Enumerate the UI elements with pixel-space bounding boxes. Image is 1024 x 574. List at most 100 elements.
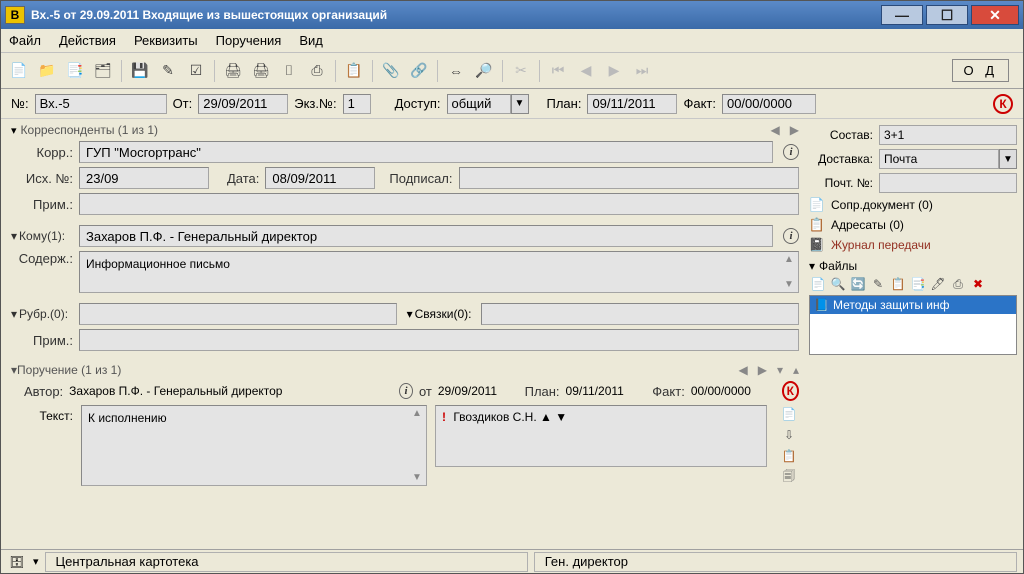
menu-file[interactable]: Файл [9, 33, 41, 48]
collapse-icon[interactable]: ▾ [809, 259, 815, 273]
minimize-button[interactable]: — [881, 5, 923, 25]
add-order-icon[interactable]: 📄 [779, 405, 799, 423]
order-fact-field[interactable]: 00/00/0000 [691, 384, 772, 398]
plan-date-field[interactable] [587, 94, 677, 114]
corr-prev-icon[interactable]: ◀ [771, 123, 780, 137]
addressees-link[interactable]: 📋 Адресаты (0) [809, 215, 1017, 235]
corr-note-field[interactable] [79, 193, 799, 215]
filter-icon[interactable]: 🔎 [472, 58, 496, 84]
signed-field[interactable] [459, 167, 799, 189]
close-button[interactable]: ✕ [971, 5, 1019, 25]
chevron-down-icon[interactable]: ▼ [511, 94, 529, 114]
collapse-icon[interactable]: ▾ [11, 307, 17, 321]
order-text-field[interactable]: К исполнению ▲ ▼ [81, 405, 427, 486]
menu-view[interactable]: Вид [299, 33, 323, 48]
new-doc-icon[interactable]: 📄 [7, 58, 31, 84]
files-header[interactable]: ▾ Файлы [809, 259, 1017, 273]
nav-first-icon[interactable]: ⏮ [546, 58, 570, 84]
info-icon[interactable]: i [783, 144, 799, 160]
dropdown-icon[interactable]: ▾ [33, 555, 39, 568]
print-icon[interactable]: 🖨 [221, 58, 245, 84]
access-value[interactable] [447, 94, 511, 114]
file-sign-icon[interactable]: 🖊 [929, 275, 947, 293]
out-date-field[interactable]: 08/09/2011 [265, 167, 375, 189]
register-icon[interactable]: 📋 [342, 58, 366, 84]
order-next-icon[interactable]: ▶ [758, 363, 767, 377]
files-list[interactable]: 📘 Методы защиты инф [809, 295, 1017, 355]
post-field[interactable] [879, 173, 1017, 193]
copy-order-icon[interactable]: 🗐 [779, 468, 799, 486]
scroll-down-icon[interactable]: ▼ [782, 279, 796, 290]
scroll-down-icon[interactable]: ▼ [410, 472, 424, 483]
composition-field[interactable]: 3+1 [879, 125, 1017, 145]
corr-next-icon[interactable]: ▶ [790, 123, 799, 137]
width-icon[interactable]: ⇔ [444, 58, 468, 84]
link-icon[interactable]: 🔗 [407, 58, 431, 84]
correspondents-header[interactable]: ▾ Корреспонденты (1 из 1) ◀ ▶ [11, 121, 799, 139]
file-edit-icon[interactable]: ✎ [869, 275, 887, 293]
cabinet-icon[interactable]: 🗄 [7, 553, 27, 571]
stamp-icon[interactable]: ⌷ [277, 58, 301, 84]
down-icon[interactable]: ⇩ [779, 426, 799, 444]
collapse-icon[interactable]: ▾ [11, 229, 17, 243]
access-select[interactable]: ▼ [447, 94, 529, 114]
order-down-icon[interactable]: ▾ [777, 363, 783, 377]
scroll-up-icon[interactable]: ▲ [540, 410, 552, 424]
file-copy-icon[interactable]: 📑 [909, 275, 927, 293]
rubr-note-field[interactable] [79, 329, 799, 351]
info-icon[interactable]: i [783, 228, 799, 244]
scroll-up-icon[interactable]: ▲ [782, 254, 796, 265]
checklist-icon[interactable]: ☑ [184, 58, 208, 84]
order-plan-field[interactable]: 09/11/2011 [566, 384, 647, 398]
file-delete-icon[interactable]: ✖ [969, 275, 987, 293]
doc-date-field[interactable] [198, 94, 288, 114]
cut-icon[interactable]: ✂ [509, 58, 533, 84]
scroll-up-icon[interactable]: ▲ [410, 408, 424, 419]
maximize-button[interactable]: ☐ [926, 5, 968, 25]
copy-num-field[interactable] [343, 94, 371, 114]
report-icon[interactable]: 📋 [779, 447, 799, 465]
file-search-icon[interactable]: 🔍 [829, 275, 847, 293]
file-barcode-icon[interactable]: ⎙ [949, 275, 967, 293]
new-card-icon[interactable]: 🗂 [91, 58, 115, 84]
order-from-field[interactable]: 29/09/2011 [438, 384, 519, 398]
info-icon[interactable]: i [399, 383, 413, 399]
k-badge[interactable]: К [782, 381, 799, 401]
executor-field[interactable]: ! Гвоздиков С.Н. ▲ ▼ [435, 405, 767, 467]
author-field[interactable]: Захаров П.Ф. - Генеральный директор [69, 384, 389, 398]
collapse-icon[interactable]: ▾ [407, 307, 413, 321]
transfer-log-link[interactable]: 📓 Журнал передачи [809, 235, 1017, 255]
content-field[interactable]: Информационное письмо ▲ ▼ [79, 251, 799, 293]
nav-prev-icon[interactable]: ◀ [574, 58, 598, 84]
file-refresh-icon[interactable]: 🔄 [849, 275, 867, 293]
nav-next-icon[interactable]: ▶ [602, 58, 626, 84]
file-add-icon[interactable]: 📄 [809, 275, 827, 293]
out-num-field[interactable]: 23/09 [79, 167, 209, 189]
nav-last-icon[interactable]: ⏭ [630, 58, 654, 84]
fact-date-field[interactable] [722, 94, 816, 114]
corr-field[interactable]: ГУП "Мосгортранс" [79, 141, 773, 163]
file-item[interactable]: 📘 Методы защиты инф [810, 296, 1016, 314]
k-badge[interactable]: К [993, 94, 1013, 114]
barcode-icon[interactable]: ⎙ [305, 58, 329, 84]
menu-details[interactable]: Реквизиты [134, 33, 198, 48]
scroll-down-icon[interactable]: ▼ [555, 410, 567, 424]
doc-number-field[interactable] [35, 94, 167, 114]
links-field[interactable] [481, 303, 799, 325]
delivery-select[interactable]: Почта [879, 149, 999, 169]
accomp-doc-link[interactable]: 📄 Сопр.документ (0) [809, 195, 1017, 215]
menu-actions[interactable]: Действия [59, 33, 116, 48]
rubr-field[interactable] [79, 303, 397, 325]
collapse-icon[interactable]: ▾ [11, 124, 17, 137]
print-preview-icon[interactable]: 🖨 [249, 58, 273, 84]
save-icon[interactable]: 💾 [128, 58, 152, 84]
to-field[interactable]: Захаров П.Ф. - Генеральный директор [79, 225, 773, 247]
order-prev-icon[interactable]: ◀ [738, 363, 747, 377]
attach-icon[interactable]: 📎 [379, 58, 403, 84]
menu-orders[interactable]: Поручения [216, 33, 282, 48]
new-item-icon[interactable]: 📑 [63, 58, 87, 84]
edit-icon[interactable]: ✎ [156, 58, 180, 84]
role-panel[interactable]: Ген. директор [534, 552, 1017, 572]
order-up-icon[interactable]: ▴ [793, 363, 799, 377]
file-paste-icon[interactable]: 📋 [889, 275, 907, 293]
